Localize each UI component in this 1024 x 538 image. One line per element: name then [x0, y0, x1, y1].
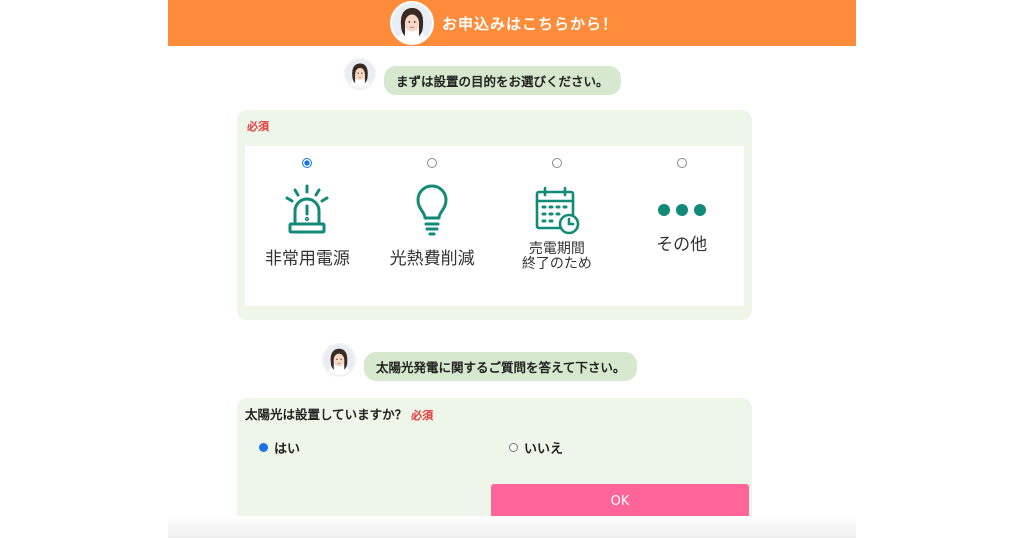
option-label-line1: 売電期間 [528, 241, 585, 257]
form-frame: お申込みはこちらから！ まずは設置の目的をお選びください。 必須 非常用電源 光… [168, 0, 856, 538]
three-dots-icon [657, 184, 706, 236]
option-radio[interactable] [551, 158, 562, 168]
required-badge: 必須 [411, 409, 434, 422]
avatar [322, 342, 356, 377]
option-label: 非常用電源 [264, 249, 350, 269]
option-label: 光熱費削減 [389, 249, 475, 269]
no-radio[interactable] [509, 443, 518, 452]
step1-prompt: まずは設置の目的をお選びください。 [384, 66, 621, 95]
frame-bottom-shade [168, 516, 856, 538]
option-label-line2: 終了のため [521, 256, 592, 273]
option-label: その他 [656, 235, 708, 255]
no-label: いいえ [524, 442, 564, 457]
header-title: お申込みはこちらから！ [441, 14, 618, 33]
option-other[interactable]: その他 [619, 146, 744, 306]
required-badge: 必須 [247, 120, 269, 133]
emergency-light-icon [283, 184, 331, 236]
step2-prompt: 太陽光発電に関するご質問を答えて下さい。 [364, 352, 638, 381]
option-radio[interactable] [676, 158, 687, 168]
option-radio[interactable] [302, 158, 313, 168]
step2-message: 太陽光発電に関するご質問を答えて下さい。 [322, 338, 638, 381]
header-bar: お申込みはこちらから！ [168, 0, 856, 46]
answer-no[interactable]: いいえ [509, 438, 563, 457]
question-text: 太陽光は設置していますか？ [245, 407, 408, 422]
purpose-card: 必須 非常用電源 光熱費削減 売電期間 終了のため その他 [237, 110, 752, 320]
step1-message: まずは設置の目的をお選びください。 [344, 52, 621, 95]
option-radio[interactable] [427, 158, 438, 168]
option-emergency-power[interactable]: 非常用電源 [245, 146, 370, 306]
lightbulb-icon [408, 184, 456, 236]
option-energy-savings[interactable]: 光熱費削減 [370, 146, 495, 306]
yes-label: はい [274, 442, 301, 457]
answer-yes[interactable]: はい [259, 438, 300, 457]
purpose-options: 非常用電源 光熱費削減 売電期間 終了のため その他 [245, 146, 744, 306]
yes-radio[interactable] [259, 443, 268, 452]
option-label: 売電期間 終了のため [521, 241, 592, 273]
avatar [389, 1, 434, 45]
calendar-clock-icon [533, 184, 581, 236]
avatar [344, 57, 376, 90]
question-title: 太陽光は設置していますか？ 必須 [245, 404, 433, 423]
ok-button[interactable]: OK [491, 484, 749, 518]
question-card: 太陽光は設置していますか？ 必須 はい いいえ OK [237, 398, 752, 524]
option-sale-period-end[interactable]: 売電期間 終了のため [495, 146, 620, 306]
